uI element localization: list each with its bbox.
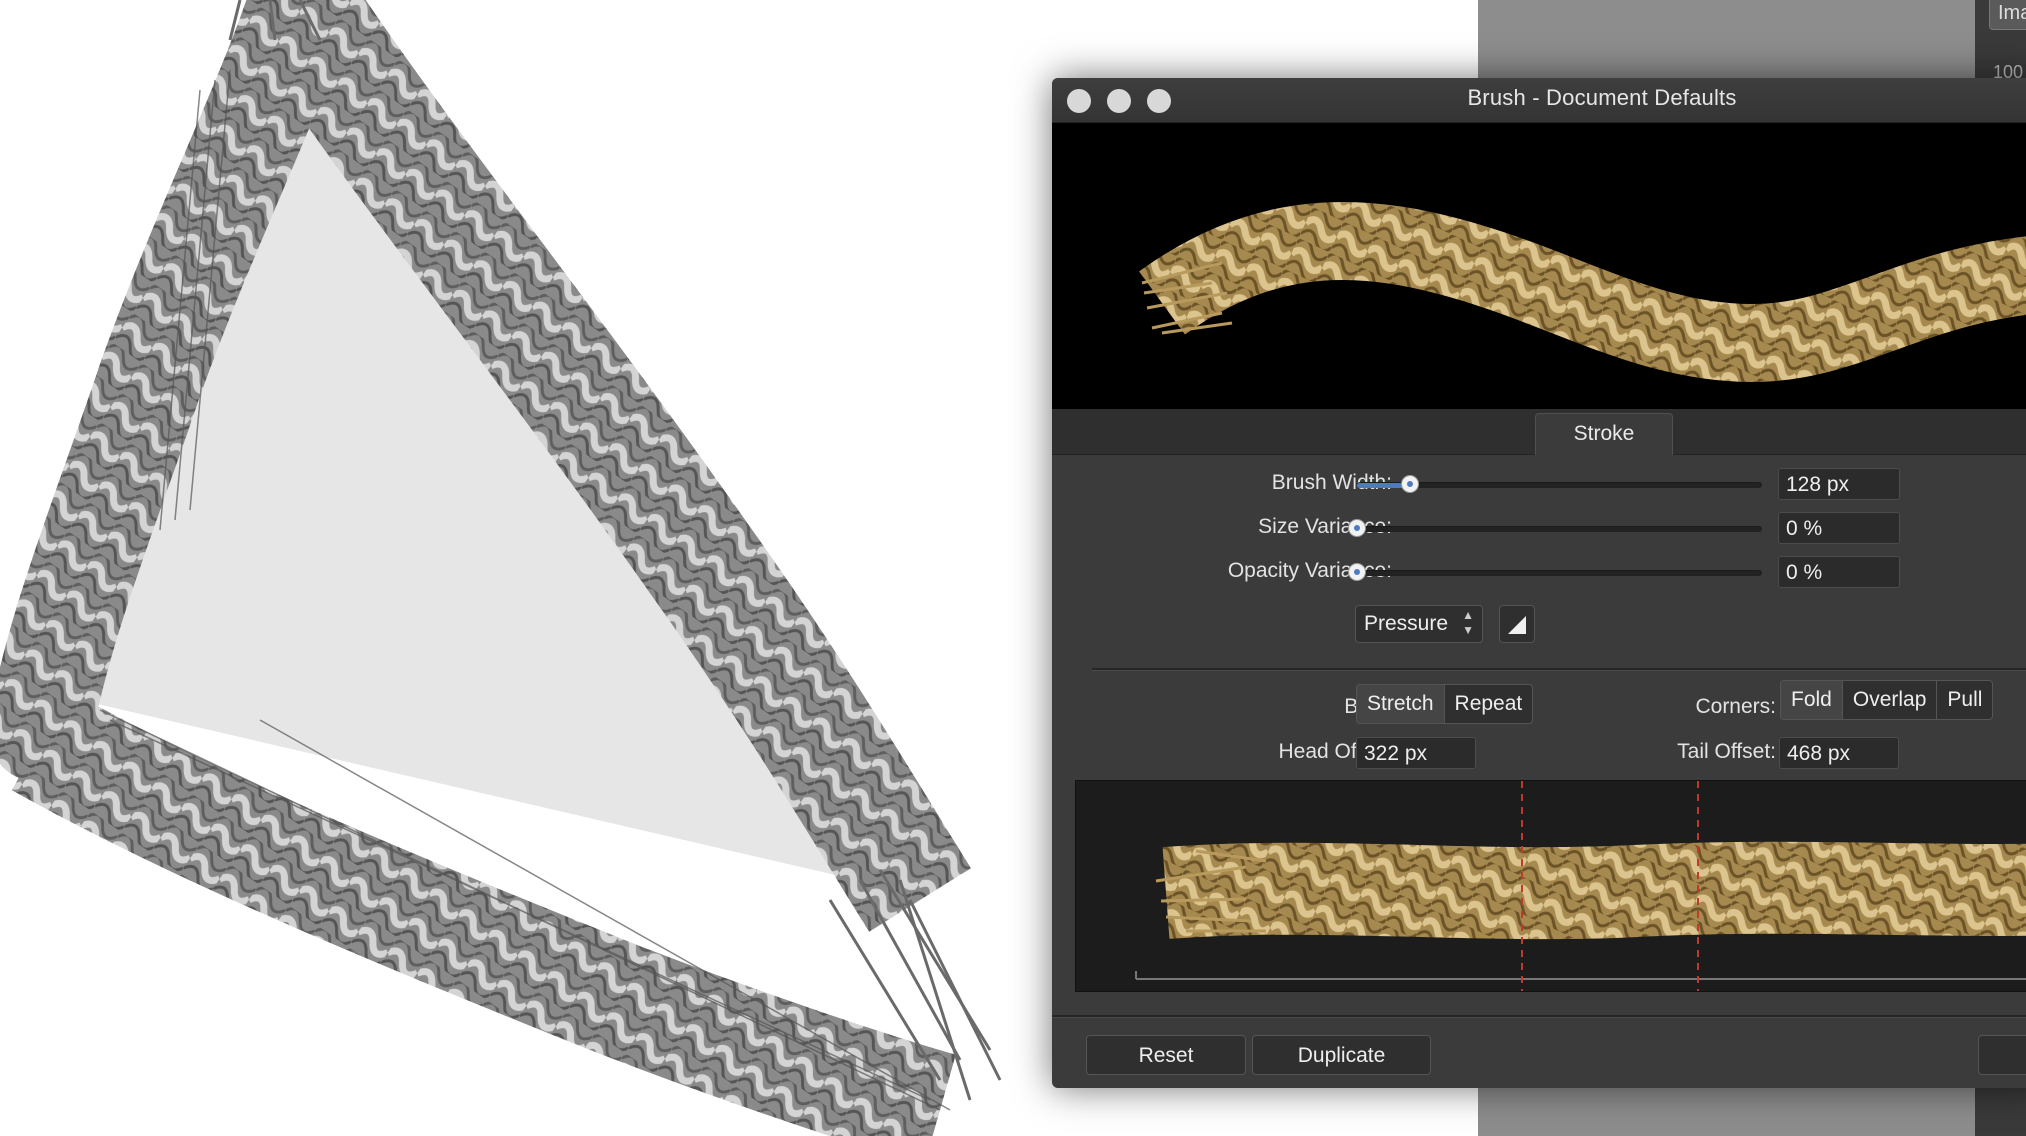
head-offset-label: Head Offset: — [1278, 740, 1396, 763]
footer-divider — [1052, 1015, 2026, 1018]
brush-body-preview[interactable] — [1075, 780, 2026, 992]
pressure-curve-button[interactable] — [1499, 605, 1535, 643]
size-variance-label: Size Variance: — [1258, 515, 1392, 538]
corners-label: Corners: — [1695, 695, 1776, 718]
corners-option-overlap[interactable]: Overlap — [1843, 681, 1938, 719]
brush-dialog: Brush - Document Defaults Stroke Brush W… — [1052, 78, 2026, 1088]
corners-option-fold[interactable]: Fold — [1781, 681, 1843, 719]
controller-select[interactable]: Pressure ▲ ▼ — [1355, 605, 1483, 643]
brush-width-field[interactable]: 128 px — [1778, 468, 1900, 500]
tail-offset-field[interactable]: 468 px — [1779, 737, 1899, 769]
controller-select-value: Pressure — [1364, 612, 1449, 635]
body-option-stretch[interactable]: Stretch — [1357, 685, 1445, 723]
title-bar[interactable]: Brush - Document Defaults — [1052, 78, 2026, 123]
size-variance-field[interactable]: 0 % — [1778, 512, 1900, 544]
close-button[interactable] — [1978, 1035, 2026, 1075]
head-offset-field[interactable]: 322 px — [1356, 737, 1476, 769]
corners-option-pull[interactable]: Pull — [1937, 681, 1992, 719]
tab-bar: Stroke — [1052, 409, 2026, 455]
curve-icon — [1508, 616, 1526, 634]
tail-offset-label: Tail Offset: — [1677, 740, 1776, 763]
opacity-variance-field[interactable]: 0 % — [1778, 556, 1900, 588]
brush-stroke-preview — [1052, 123, 2026, 409]
body-mode-segmented-control: Stretch Repeat — [1356, 684, 1534, 724]
opacity-variance-slider-knob[interactable] — [1348, 563, 1366, 581]
body-option-repeat[interactable]: Repeat — [1445, 685, 1533, 723]
duplicate-button[interactable]: Duplicate — [1252, 1035, 1431, 1075]
corners-mode-segmented-control: Fold Overlap Pull — [1780, 680, 1994, 720]
brush-width-label: Brush Width: — [1271, 471, 1392, 494]
opacity-variance-label: Opacity Variance: — [1227, 559, 1392, 582]
select-arrows-icon: ▲ ▼ — [1462, 608, 1474, 637]
reset-button[interactable]: Reset — [1086, 1035, 1246, 1075]
size-variance-slider[interactable] — [1357, 526, 1762, 532]
section-divider — [1092, 668, 2026, 671]
image-button[interactable]: Ima — [1989, 0, 2026, 30]
opacity-variance-slider[interactable] — [1357, 570, 1762, 576]
body-label: Body: — [1092, 695, 1398, 719]
window-title: Brush - Document Defaults — [1467, 85, 1737, 110]
brush-width-slider-knob[interactable] — [1400, 475, 1419, 493]
size-variance-slider-knob[interactable] — [1348, 519, 1366, 537]
tab-stroke[interactable]: Stroke — [1535, 413, 1673, 455]
rope-body-image — [1135, 781, 2026, 991]
rope-preview-image — [1139, 201, 2026, 383]
